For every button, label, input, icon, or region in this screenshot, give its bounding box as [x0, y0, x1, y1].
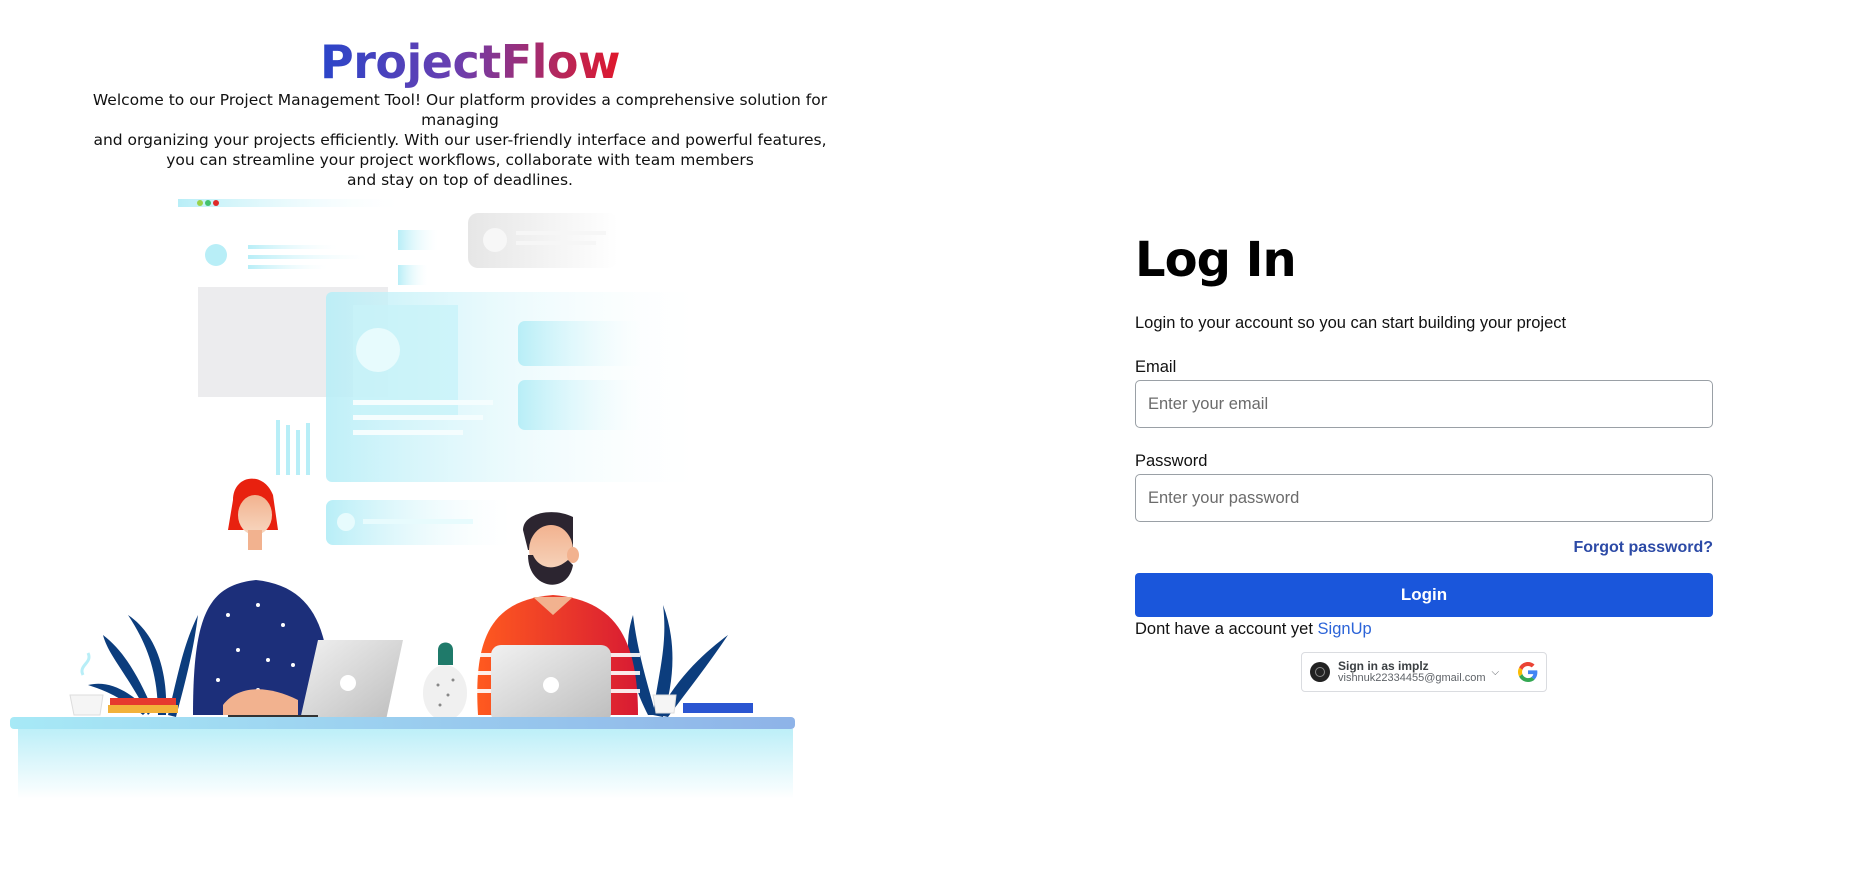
signup-line: Dont have a account yet SignUp: [1135, 620, 1372, 639]
google-account-email: vishnuk22334455@gmail.com: [1338, 672, 1486, 684]
email-field[interactable]: [1136, 381, 1712, 427]
google-account-name: Sign in as implz: [1338, 659, 1429, 673]
password-label: Password: [1135, 452, 1208, 470]
avatar: [1310, 662, 1330, 682]
password-field-box: [1135, 474, 1713, 522]
team-illustration: [10, 199, 795, 799]
signup-prompt: Dont have a account yet: [1135, 620, 1313, 638]
signup-link[interactable]: SignUp: [1318, 620, 1372, 638]
forgot-password-link[interactable]: Forgot password?: [1573, 539, 1713, 557]
email-label: Email: [1135, 358, 1177, 376]
google-account-info: Sign in as implz vishnuk22334455@gmail.c…: [1338, 660, 1486, 684]
login-title: Log In: [1135, 232, 1297, 288]
intro-line: Welcome to our Project Management Tool! …: [92, 91, 828, 129]
chevron-down-icon[interactable]: ⌵: [1492, 667, 1500, 678]
promo-panel: ProjectFlow Welcome to our Project Manag…: [0, 0, 920, 880]
intro-line: and organizing your projects efficiently…: [93, 131, 827, 149]
intro-line: you can streamline your project workflow…: [166, 151, 754, 169]
login-button[interactable]: Login: [1135, 573, 1713, 617]
intro-text: Welcome to our Project Management Tool! …: [60, 90, 860, 190]
login-subtitle: Login to your account so you can start b…: [1135, 314, 1567, 332]
google-icon: [1518, 662, 1538, 682]
password-field[interactable]: [1136, 475, 1712, 521]
intro-line: and stay on top of deadlines.: [347, 171, 573, 189]
login-panel: Log In Login to your account so you can …: [1135, 0, 1735, 880]
email-field-box: [1135, 380, 1713, 428]
brand-logo: ProjectFlow: [320, 32, 621, 92]
google-signin-button[interactable]: Sign in as implz vishnuk22334455@gmail.c…: [1301, 652, 1547, 692]
